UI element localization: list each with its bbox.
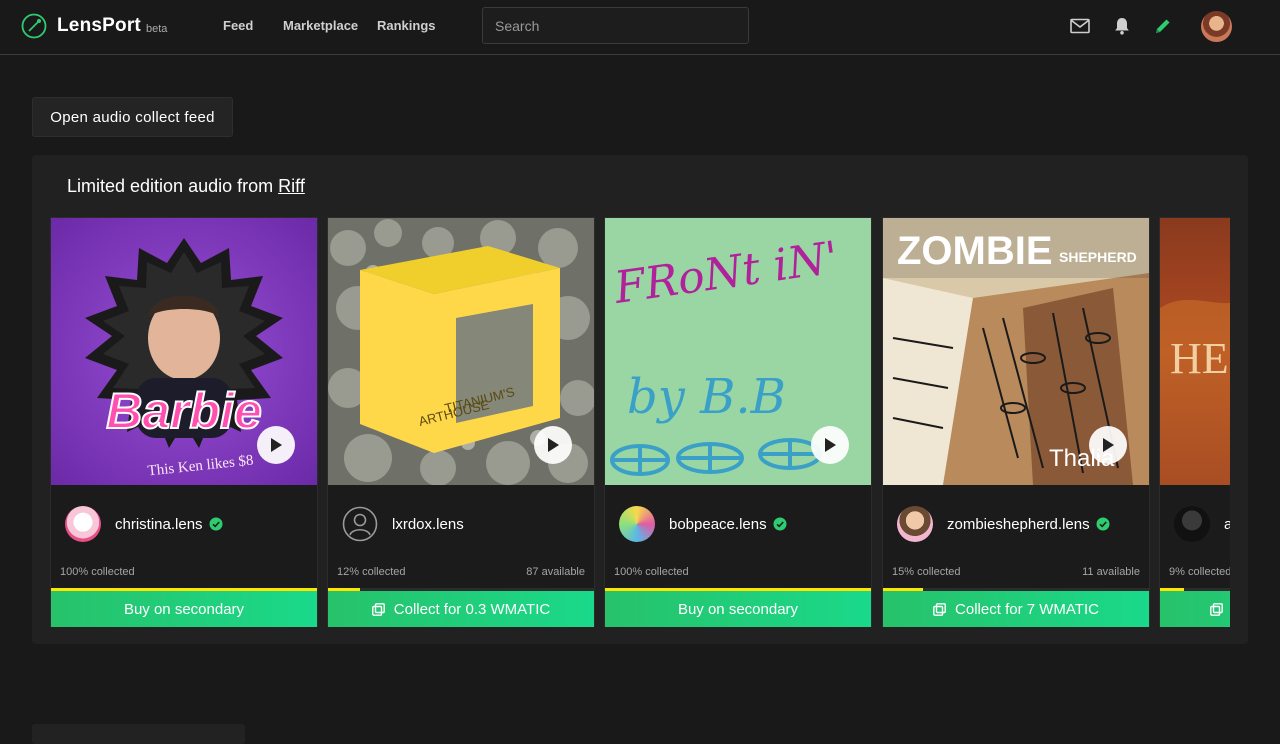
buy-secondary-button[interactable]: Buy on secondary (605, 591, 871, 627)
audio-card[interactable]: TITANIUM'S ARTHOUSE lxrdox.lens 12% coll… (327, 217, 595, 627)
play-button[interactable] (1089, 426, 1127, 464)
card-creator[interactable]: lxrdox.lens (342, 506, 464, 542)
nav-marketplace[interactable]: Marketplace (283, 18, 358, 33)
cover-art: TITANIUM'S ARTHOUSE (328, 218, 594, 485)
open-audio-feed-button[interactable]: Open audio collect feed (32, 97, 233, 137)
logo-icon (21, 13, 47, 39)
button-label: Buy on secondary (123, 600, 245, 618)
audio-card[interactable]: ZOMBIE SHEPHERD Thalia zombieshepherd.le… (882, 217, 1150, 627)
creator-name: bobpeace.lens (669, 515, 767, 533)
top-navbar: LensPort beta Feed Marketplace Rankings (0, 0, 1280, 55)
buy-secondary-button[interactable]: Buy on secondary (51, 591, 317, 627)
nav-feed[interactable]: Feed (223, 18, 253, 33)
play-button[interactable] (811, 426, 849, 464)
next-section-stub (32, 724, 245, 744)
art-subtitle: SHEPHERD (1059, 249, 1137, 265)
copy-icon (933, 602, 946, 616)
pencil-icon[interactable] (1152, 15, 1174, 37)
card-creator[interactable]: a (1174, 506, 1230, 542)
available-count: 87 available (526, 566, 585, 578)
collected-percent: 9% collected (1169, 566, 1230, 578)
play-button[interactable] (534, 426, 572, 464)
art-title: HE (1170, 334, 1229, 383)
collected-percent: 15% collected (892, 566, 961, 578)
collect-button[interactable]: Collect for 0.3 WMATIC (328, 591, 594, 627)
creator-avatar (619, 506, 655, 542)
available-count: 11 available (1082, 566, 1140, 578)
cover-art: Barbie This Ken likes $8 (51, 218, 317, 485)
creator-avatar (65, 506, 101, 542)
copy-icon (371, 602, 385, 616)
riff-link[interactable]: Riff (278, 176, 305, 196)
cover-art: HE (1160, 218, 1230, 485)
limited-edition-panel: Limited edition audio from Riff Barbie T… (32, 155, 1248, 644)
cover-art: ZOMBIE SHEPHERD Thalia (883, 218, 1149, 485)
audio-card[interactable]: HE a 9% collected (1159, 217, 1230, 627)
search-input[interactable] (482, 7, 749, 44)
button-label: Buy on secondary (677, 600, 799, 618)
audio-card[interactable]: FRoNt iN' by B.B bobpeace.lens 100% coll… (604, 217, 872, 627)
app-name: LensPort (57, 15, 141, 36)
art-title: Barbie (106, 383, 262, 439)
creator-avatar (1174, 506, 1210, 542)
creator-name: a (1224, 515, 1230, 533)
cover-art: FRoNt iN' by B.B (605, 218, 871, 485)
creator-avatar (897, 506, 933, 542)
art-title: ZOMBIE (897, 229, 1053, 273)
collected-percent: 12% collected (337, 566, 406, 578)
creator-name: zombieshepherd.lens (947, 515, 1090, 533)
collect-button[interactable] (1160, 591, 1230, 627)
button-label: Collect for 0.3 WMATIC (393, 600, 551, 618)
card-creator[interactable]: zombieshepherd.lens (897, 506, 1110, 542)
panel-title-prefix: Limited edition audio from (67, 176, 274, 196)
card-creator[interactable]: bobpeace.lens (619, 506, 787, 542)
collected-percent: 100% collected (614, 566, 689, 578)
verified-icon (773, 517, 787, 531)
audio-card[interactable]: Barbie This Ken likes $8 christina.lens … (50, 217, 318, 627)
creator-name: lxrdox.lens (392, 515, 464, 533)
verified-icon (1096, 517, 1110, 531)
creator-name: christina.lens (115, 515, 203, 533)
play-button[interactable] (257, 426, 295, 464)
default-avatar-icon (342, 506, 378, 542)
collect-button[interactable]: Collect for 7 WMATIC (883, 591, 1149, 627)
button-label: Collect for 7 WMATIC (955, 600, 1099, 618)
panel-title: Limited edition audio from Riff (67, 176, 305, 197)
art-subtitle: by B.B (627, 369, 786, 425)
collected-percent: 100% collected (60, 566, 135, 578)
card-creator[interactable]: christina.lens (65, 506, 223, 542)
copy-icon (1210, 602, 1223, 616)
avatar[interactable] (1201, 11, 1232, 42)
nav-rankings[interactable]: Rankings (377, 18, 436, 33)
bell-icon[interactable] (1111, 15, 1133, 37)
logo[interactable]: LensPort beta (21, 13, 167, 39)
beta-badge: beta (145, 23, 168, 35)
mail-icon[interactable] (1069, 15, 1091, 37)
cards-carousel: Barbie This Ken likes $8 christina.lens … (50, 217, 1230, 629)
verified-icon (209, 517, 223, 531)
